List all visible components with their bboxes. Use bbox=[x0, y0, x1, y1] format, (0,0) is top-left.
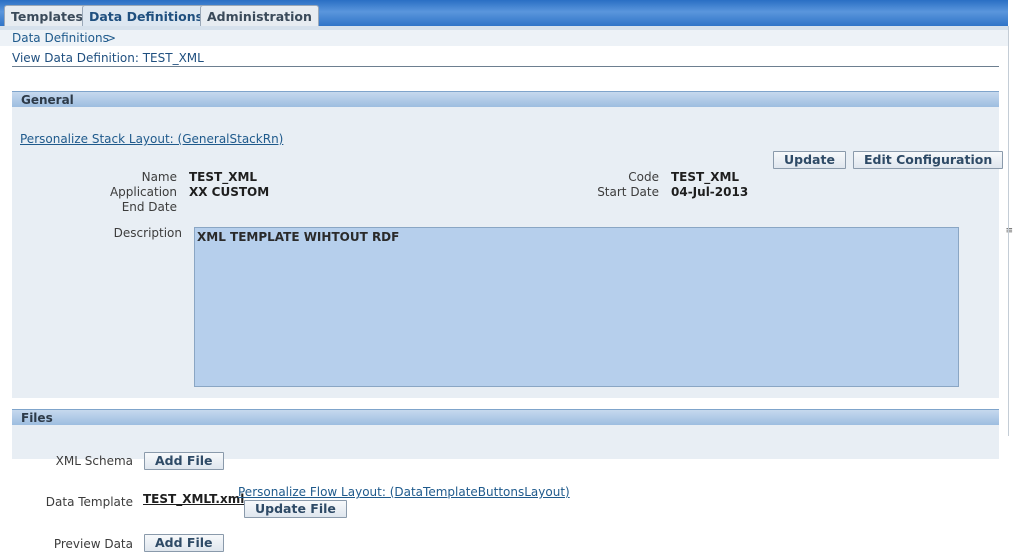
resize-grip-icon[interactable]: ≡ bbox=[1005, 226, 1013, 236]
xml-schema-add-file-button[interactable]: Add File bbox=[144, 452, 224, 470]
data-template-label: Data Template bbox=[45, 495, 133, 509]
files-section-title: Files bbox=[21, 411, 53, 425]
breadcrumb bbox=[0, 30, 1008, 46]
tab-administration[interactable]: Administration bbox=[200, 5, 319, 26]
data-template-file-link[interactable]: TEST_XMLT.xml bbox=[143, 492, 244, 506]
update-button[interactable]: Update bbox=[773, 151, 846, 169]
name-value: TEST_XML bbox=[189, 170, 258, 184]
personalize-flow-layout-link[interactable]: Personalize Flow Layout: (DataTemplateBu… bbox=[238, 485, 570, 499]
tab-data-definitions[interactable]: Data Definitions bbox=[82, 5, 211, 26]
general-section-title: General bbox=[21, 93, 74, 107]
application-label: Application bbox=[109, 185, 177, 199]
edit-configuration-button[interactable]: Edit Configuration bbox=[853, 151, 1004, 169]
preview-data-add-file-button[interactable]: Add File bbox=[144, 534, 224, 552]
content-border bbox=[1008, 26, 1009, 436]
code-value: TEST_XML bbox=[671, 170, 740, 184]
breadcrumb-separator: > bbox=[106, 31, 117, 45]
files-section-header: Files bbox=[12, 409, 999, 425]
xml-schema-label: XML Schema bbox=[55, 454, 133, 468]
general-section-header: General bbox=[12, 91, 999, 107]
update-file-button[interactable]: Update File bbox=[244, 500, 347, 518]
end-date-label: End Date bbox=[121, 200, 177, 214]
personalize-stack-layout-link[interactable]: Personalize Stack Layout: (GeneralStackR… bbox=[20, 132, 283, 146]
description-label: Description bbox=[113, 226, 182, 240]
start-date-value: 04-Jul-2013 bbox=[671, 185, 749, 199]
tab-templates[interactable]: Templates bbox=[4, 5, 90, 26]
start-date-label: Start Date bbox=[597, 185, 659, 199]
breadcrumb-data-definitions[interactable]: Data Definitions bbox=[12, 31, 109, 45]
description-field[interactable]: XML TEMPLATE WIHTOUT RDF bbox=[194, 227, 959, 387]
code-label: Code bbox=[628, 170, 659, 184]
name-label: Name bbox=[141, 170, 177, 184]
page-title: View Data Definition: TEST_XML bbox=[12, 51, 204, 65]
preview-data-label: Preview Data bbox=[53, 537, 133, 551]
application-value: XX CUSTOM bbox=[189, 185, 270, 199]
title-divider bbox=[12, 66, 999, 67]
